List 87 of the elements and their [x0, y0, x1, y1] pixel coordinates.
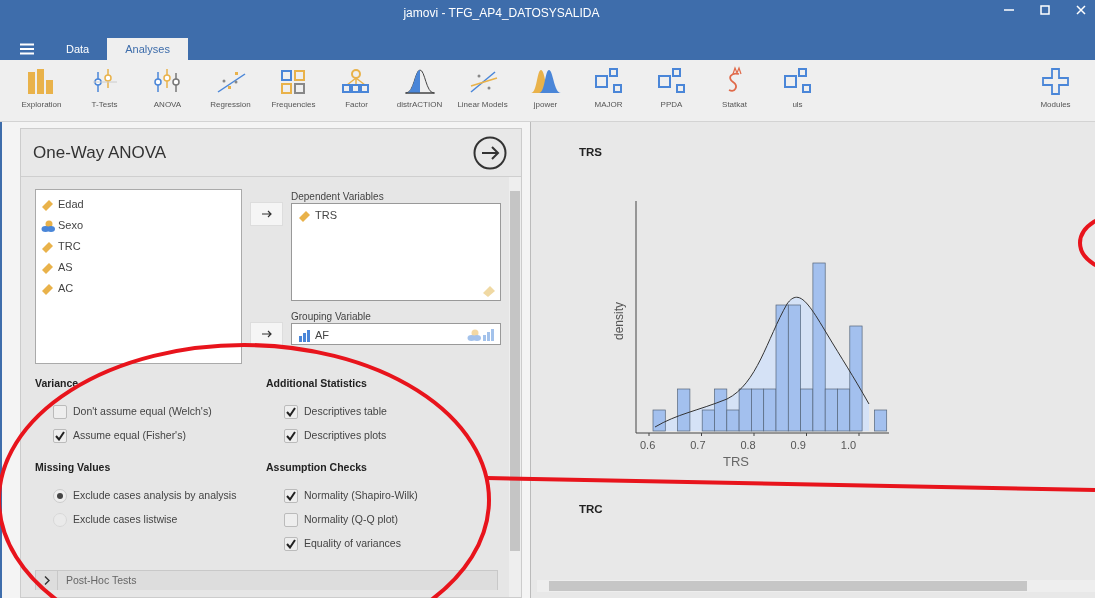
checkbox[interactable]	[284, 537, 298, 551]
section-heading: Variance	[35, 376, 80, 391]
plot-title: TRC	[579, 502, 604, 518]
squares-icon	[655, 66, 688, 96]
checkbox[interactable]	[53, 405, 67, 419]
squares-icon	[592, 66, 625, 96]
field-label: Grouping Variable	[291, 310, 372, 323]
toolbar-button[interactable]: PPDA	[640, 66, 703, 121]
plus-icon	[1039, 66, 1072, 96]
checkbox[interactable]	[53, 429, 67, 443]
option-label: Don't assume equal (Welch's)	[73, 404, 212, 420]
option-label: Descriptives plots	[304, 428, 387, 444]
menu-tab[interactable]: Data	[48, 38, 108, 60]
toolbar-button[interactable]: distrACTION	[388, 66, 451, 121]
ruler-icon	[40, 281, 55, 296]
toolbar-button[interactable]: Regression	[199, 66, 262, 121]
tick-label: 1.0	[840, 438, 858, 454]
scrollbar[interactable]	[537, 580, 1095, 592]
ruler-icon	[40, 260, 55, 275]
toolbar-button[interactable]: MAJOR	[577, 66, 640, 121]
toolbar-button[interactable]: Factor	[325, 66, 388, 121]
option-label: Normality (Q-Q plot)	[304, 512, 398, 528]
variable-item[interactable]: AF	[297, 327, 495, 343]
radio-button[interactable]	[53, 489, 67, 503]
histogram-bar	[751, 388, 765, 432]
collapsed-section[interactable]: Post-Hoc Tests	[35, 570, 498, 590]
toolbar-button[interactable]: ANOVA	[136, 66, 199, 121]
toolbar-button[interactable]: Frequencies	[262, 66, 325, 121]
option-label: Equality of variances	[304, 536, 401, 552]
option-label: Exclude cases listwise	[73, 512, 178, 528]
move-button[interactable]	[250, 202, 283, 226]
toolbar-button[interactable]: Statkat	[703, 66, 766, 121]
analysis-title: One-Way ANOVA	[33, 141, 167, 164]
window-title: jamovi - TFG_AP4_DATOSYSALIDA	[403, 6, 600, 20]
scrollbar[interactable]	[509, 177, 521, 597]
option-label: Exclude cases analysis by analysis	[73, 488, 237, 504]
axis-label: density	[611, 302, 627, 341]
variable-item[interactable]: Edad	[40, 194, 237, 215]
ruler-icon	[40, 197, 55, 212]
ruler-icon	[40, 239, 55, 254]
option-label: Normality (Shapiro-Wilk)	[304, 488, 418, 504]
variable-item[interactable]: TRS	[297, 207, 495, 223]
tick-label: 0.9	[790, 438, 807, 454]
variable-item[interactable]: AC	[40, 278, 237, 299]
variable-item[interactable]: AS	[40, 257, 237, 278]
field-label: Dependent Variables	[291, 190, 385, 203]
axis-label: TRS	[723, 453, 749, 469]
toolbar-button[interactable]: jpower	[514, 66, 577, 121]
toolbar-button[interactable]: Linear Models	[451, 66, 514, 121]
maximize-icon[interactable]	[1039, 4, 1051, 16]
menu-icon[interactable]	[20, 43, 34, 55]
bars-icon	[297, 327, 312, 343]
variable-item[interactable]: Sexo	[40, 215, 237, 236]
people-icon	[40, 218, 55, 233]
option-label: Assume equal (Fisher's)	[73, 428, 186, 444]
tick-label: 0.6	[640, 438, 657, 454]
plot-title: TRS	[579, 145, 603, 160]
move-button[interactable]	[250, 322, 283, 346]
tick-label: 0.8	[740, 438, 757, 454]
section-heading: Assumption Checks	[266, 460, 368, 475]
menu-tab[interactable]: Analyses	[107, 38, 188, 60]
histogram-bar	[677, 388, 691, 432]
variable-item[interactable]: TRC	[40, 236, 237, 257]
checkbox[interactable]	[284, 489, 298, 503]
histogram-bar	[874, 409, 888, 432]
histogram-bar	[652, 409, 666, 432]
arrow-icon	[261, 330, 272, 338]
checkbox[interactable]	[284, 405, 298, 419]
squares-icon	[781, 66, 814, 96]
target-box[interactable]: TRS	[291, 203, 501, 301]
bars-icon	[481, 327, 496, 342]
checkbox[interactable]	[284, 513, 298, 527]
section-heading: Missing Values	[35, 460, 112, 475]
target-box[interactable]: AF	[291, 323, 501, 345]
toolbar-button[interactable]: Modules	[1024, 66, 1087, 121]
toolbar-button[interactable]: Exploration	[10, 66, 73, 121]
toolbar-button[interactable]: uls	[766, 66, 829, 121]
toolbar-button[interactable]: T-Tests	[73, 66, 136, 121]
section-heading: Additional Statistics	[266, 376, 368, 391]
ruler-icon	[482, 283, 496, 297]
checkbox[interactable]	[284, 429, 298, 443]
arrow-icon	[261, 210, 272, 218]
tick-label: 0.7	[690, 438, 707, 454]
people-icon	[466, 327, 481, 342]
option-label: Descriptives table	[304, 404, 387, 420]
close-icon[interactable]	[1075, 4, 1087, 16]
arrow-circle-icon[interactable]	[473, 135, 507, 170]
